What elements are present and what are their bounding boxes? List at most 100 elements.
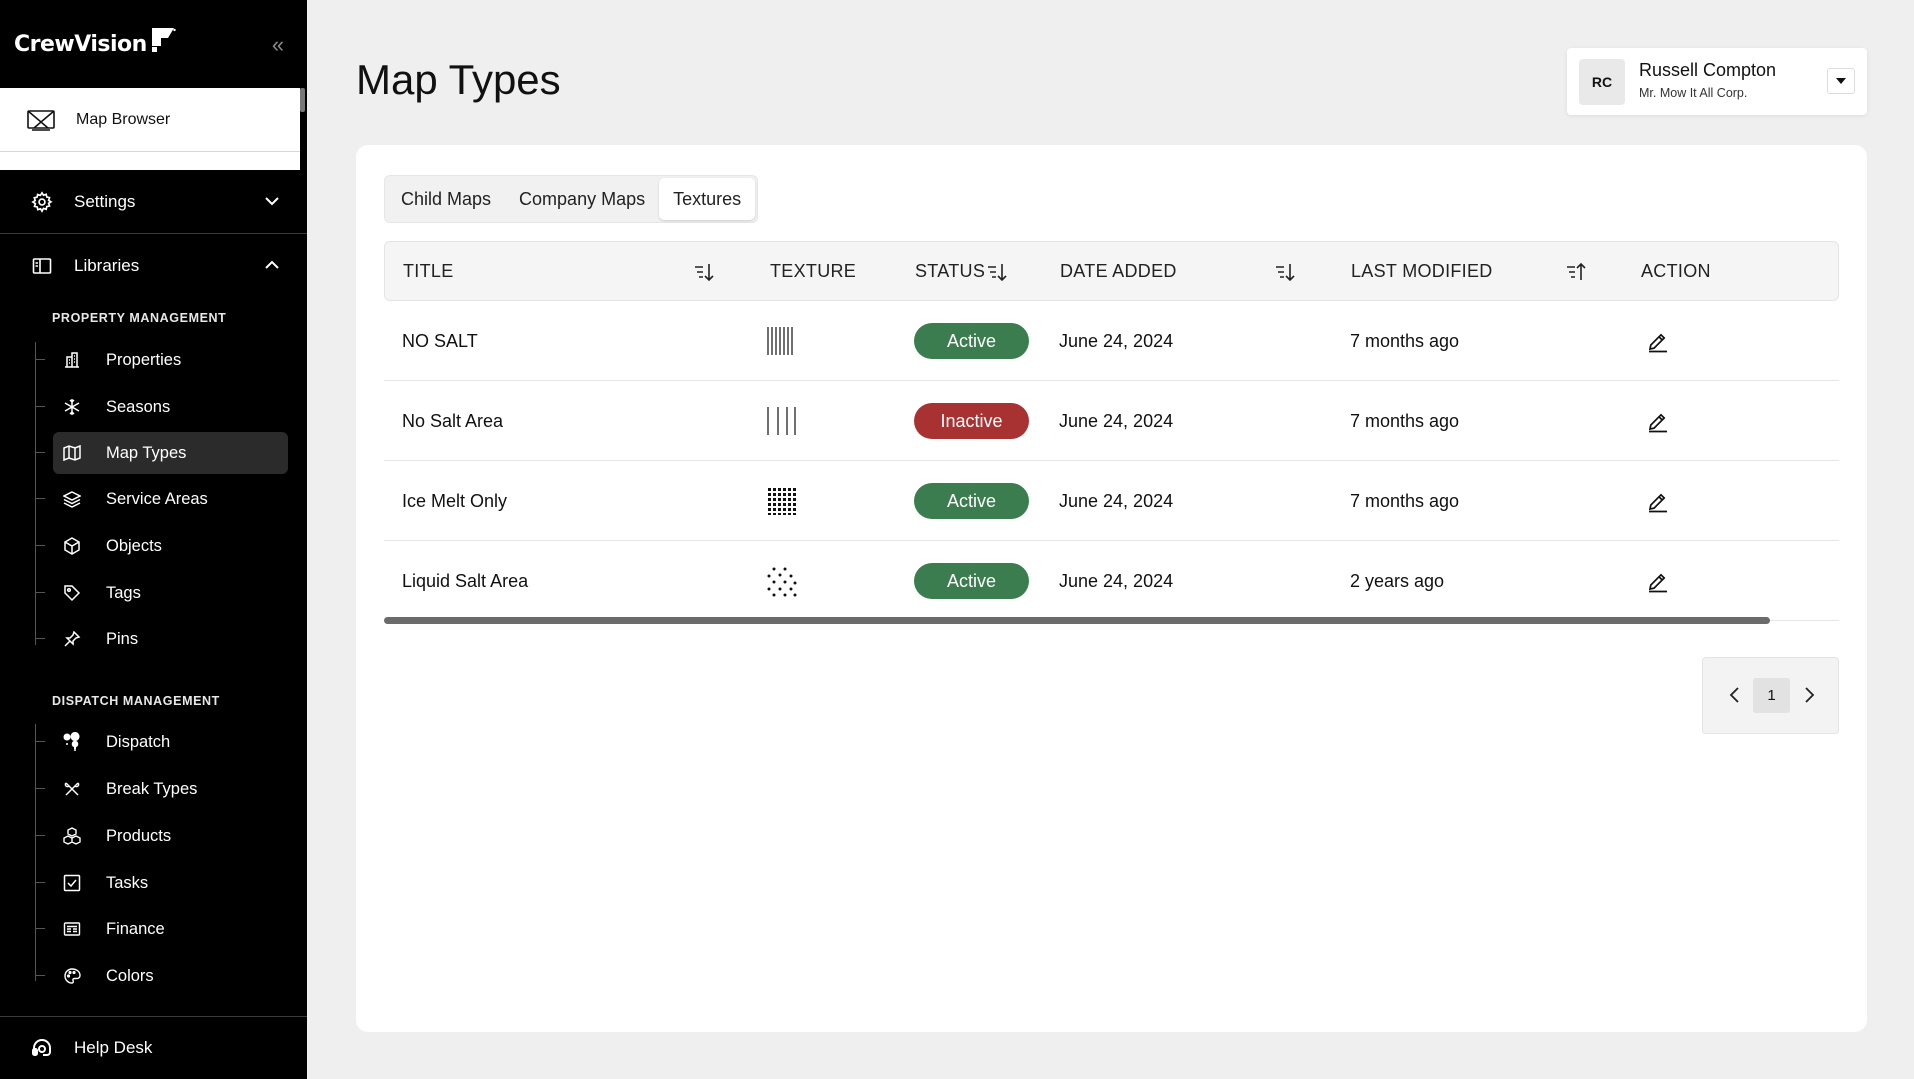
user-name: Russell Compton	[1639, 60, 1777, 80]
action-cell	[1646, 461, 1670, 541]
nav-pins[interactable]: Pins	[36, 618, 288, 660]
horizontal-scrollbar[interactable]	[384, 617, 1770, 624]
pagination: 1	[1702, 657, 1839, 734]
settings-section[interactable]: Settings	[0, 170, 307, 234]
nav-map-types-label: Map Types	[106, 443, 187, 462]
sidebar: CrewVision « Map Browser Settings Librar…	[0, 0, 307, 1079]
nav-tasks-label: Tasks	[106, 873, 149, 892]
tab-company-maps[interactable]: Company Maps	[505, 178, 659, 220]
nav-tags-label: Tags	[106, 583, 141, 602]
pin-icon	[61, 628, 83, 650]
column-texture: TEXTURE	[770, 260, 857, 281]
palette-icon	[61, 965, 83, 987]
sort-descending-icon[interactable]	[693, 261, 717, 283]
edit-icon[interactable]	[1646, 409, 1670, 433]
row-title: Ice Melt Only	[402, 490, 508, 511]
boxes-icon	[61, 825, 83, 847]
collapse-sidebar-icon[interactable]: «	[266, 34, 290, 58]
nav-pins-label: Pins	[106, 629, 139, 648]
texture-sparse-lines-icon	[765, 381, 797, 461]
nav-break-types-label: Break Types	[106, 779, 198, 798]
date-added: June 24, 2024	[1059, 490, 1174, 511]
last-modified: 7 months ago	[1350, 490, 1460, 511]
book-icon	[30, 254, 54, 278]
finance-icon	[61, 918, 83, 940]
table-header: TITLE TEXTURE STATUS DATE ADDED LAST MOD…	[384, 241, 1839, 301]
tree-line	[35, 342, 36, 645]
nav-seasons-label: Seasons	[106, 397, 171, 416]
nav-dispatch-label: Dispatch	[106, 732, 171, 751]
gear-icon	[30, 190, 54, 214]
page-title: Map Types	[356, 56, 561, 103]
help-desk-label: Help Desk	[74, 1038, 153, 1057]
brand-logo[interactable]: CrewVision	[0, 0, 307, 88]
user-menu[interactable]: RC Russell Compton Mr. Mow It All Corp.	[1567, 48, 1867, 115]
row-title: NO SALT	[402, 330, 478, 351]
libraries-section[interactable]: Libraries	[0, 234, 307, 298]
status-badge[interactable]: Active	[914, 323, 1029, 359]
status-badge[interactable]: Inactive	[914, 403, 1029, 439]
chevron-right-icon[interactable]	[1799, 684, 1819, 706]
edit-icon[interactable]	[1646, 569, 1670, 593]
edit-icon[interactable]	[1646, 329, 1670, 353]
tab-textures[interactable]: Textures	[659, 178, 756, 220]
column-status: STATUS	[915, 260, 986, 281]
status-badge[interactable]: Active	[914, 563, 1029, 599]
row-title: Liquid Salt Area	[402, 570, 529, 591]
sort-ascending-icon[interactable]	[1565, 261, 1589, 283]
action-cell	[1646, 381, 1670, 461]
column-date-added: DATE ADDED	[1060, 260, 1177, 281]
nav-service-areas-label: Service Areas	[106, 489, 208, 508]
sidebar-scrollbar[interactable]	[300, 88, 305, 112]
chevron-left-icon[interactable]	[1725, 684, 1745, 706]
tab-bar: Child Maps Company Maps Textures	[384, 175, 759, 223]
sort-descending-icon[interactable]	[986, 261, 1010, 283]
nav-tasks[interactable]: Tasks	[36, 862, 288, 904]
nav-dispatch[interactable]: Dispatch	[36, 721, 288, 763]
nav-finance-label: Finance	[106, 919, 165, 938]
nav-products[interactable]: Products	[36, 815, 288, 857]
nav-map-types[interactable]: Map Types	[36, 432, 288, 474]
nav-properties-label: Properties	[106, 350, 182, 369]
texture-dense-lines-icon	[765, 301, 797, 381]
help-desk-link[interactable]: Help Desk	[0, 1016, 307, 1079]
nav-tags[interactable]: Tags	[36, 572, 288, 614]
cube-icon	[61, 535, 83, 557]
map-browser-link[interactable]: Map Browser	[0, 88, 300, 170]
status-badge[interactable]: Active	[914, 483, 1029, 519]
page-number[interactable]: 1	[1753, 678, 1790, 713]
user-dropdown-icon[interactable]	[1827, 68, 1855, 94]
status-cell: Inactive	[914, 381, 1029, 461]
nav-properties[interactable]: Properties	[36, 339, 288, 381]
headset-icon	[32, 1039, 51, 1056]
date-added: June 24, 2024	[1059, 330, 1174, 351]
chevron-down-icon	[265, 197, 279, 206]
layers-icon	[61, 488, 83, 510]
nav-seasons[interactable]: Seasons	[36, 386, 288, 428]
nav-colors-label: Colors	[106, 966, 154, 985]
texture-scattered-dots-icon	[765, 541, 797, 621]
nav-colors[interactable]: Colors	[36, 955, 288, 997]
map-browser-icon	[27, 109, 55, 131]
snowflake-icon	[61, 396, 83, 418]
avatar: RC	[1579, 59, 1625, 105]
date-added: June 24, 2024	[1059, 410, 1174, 431]
tab-child-maps[interactable]: Child Maps	[387, 178, 505, 220]
action-cell	[1646, 541, 1670, 621]
brand-flag-icon	[151, 28, 176, 52]
last-modified: 7 months ago	[1350, 410, 1460, 431]
last-modified: 7 months ago	[1350, 330, 1460, 351]
nav-service-areas[interactable]: Service Areas	[36, 478, 288, 520]
date-added: June 24, 2024	[1059, 570, 1174, 591]
nav-break-types[interactable]: Break Types	[36, 768, 288, 810]
sort-descending-icon[interactable]	[1274, 261, 1298, 283]
settings-label: Settings	[74, 191, 136, 211]
tag-icon	[61, 582, 83, 604]
edit-icon[interactable]	[1646, 489, 1670, 513]
table-row: NO SALT Active June 24, 2024 7 months ag…	[384, 301, 1839, 381]
libraries-label: Libraries	[74, 256, 140, 275]
nav-finance[interactable]: Finance	[36, 908, 288, 950]
brand-name: CrewVision	[14, 31, 147, 57]
nav-objects[interactable]: Objects	[36, 525, 288, 567]
utensils-icon	[61, 778, 83, 800]
